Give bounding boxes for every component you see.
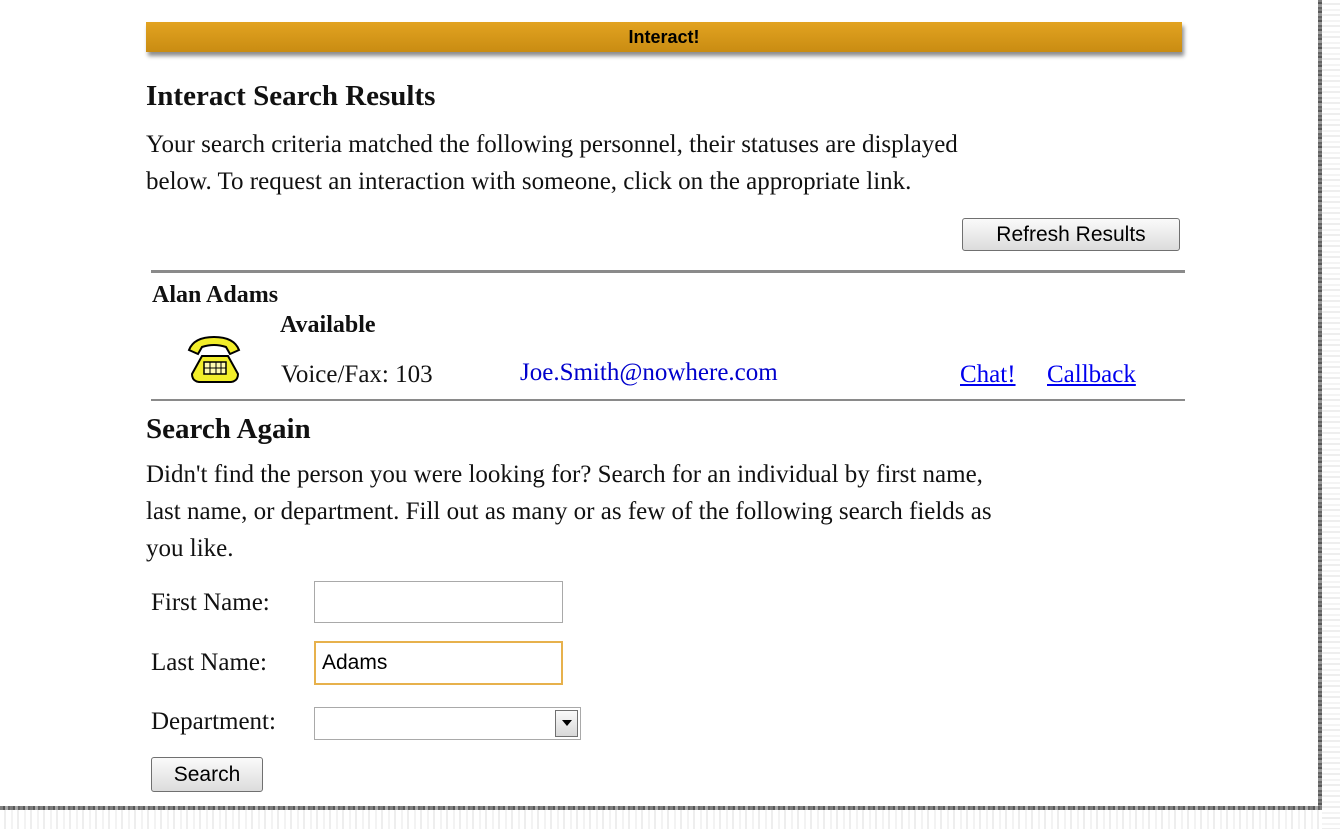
search-description-line3: you like. bbox=[146, 535, 234, 562]
results-description-line1: Your search criteria matched the followi… bbox=[146, 131, 958, 158]
first-name-field[interactable] bbox=[314, 581, 563, 623]
last-name-label: Last Name: bbox=[151, 649, 267, 676]
first-name-label: First Name: bbox=[151, 589, 270, 616]
last-name-field[interactable] bbox=[314, 641, 563, 685]
callback-link[interactable]: Callback bbox=[1047, 361, 1136, 389]
person-status: Available bbox=[280, 312, 376, 338]
results-heading: Interact Search Results bbox=[146, 80, 436, 112]
results-top-divider bbox=[151, 270, 1185, 273]
department-label: Department: bbox=[151, 708, 276, 735]
voice-fax-number: Voice/Fax: 103 bbox=[281, 361, 433, 388]
search-description-line1: Didn't find the person you were looking … bbox=[146, 461, 983, 488]
chat-link[interactable]: Chat! bbox=[960, 361, 1016, 389]
person-email: Joe.Smith@nowhere.com bbox=[520, 359, 778, 386]
refresh-results-button[interactable]: Refresh Results bbox=[962, 218, 1180, 251]
search-button[interactable]: Search bbox=[151, 757, 263, 792]
telephone-icon bbox=[187, 335, 241, 383]
results-description-line2: below. To request an interaction with so… bbox=[146, 168, 912, 195]
search-heading: Search Again bbox=[146, 413, 311, 445]
results-bottom-divider bbox=[151, 399, 1185, 401]
search-description-line2: last name, or department. Fill out as ma… bbox=[146, 498, 992, 525]
torn-edge-bottom bbox=[0, 806, 1322, 829]
department-select[interactable] bbox=[314, 707, 581, 740]
torn-edge-right bbox=[1318, 0, 1340, 829]
banner: Interact! bbox=[146, 22, 1182, 52]
dropdown-arrow-button[interactable] bbox=[555, 710, 578, 737]
chevron-down-icon bbox=[561, 720, 572, 726]
person-name: Alan Adams bbox=[152, 282, 279, 308]
